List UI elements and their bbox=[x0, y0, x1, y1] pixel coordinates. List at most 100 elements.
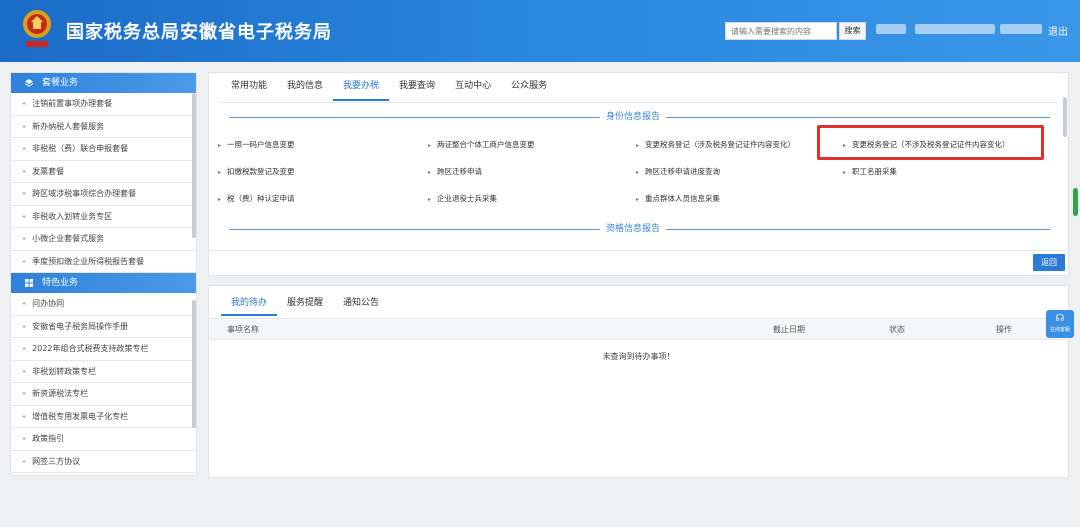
sidebar-item-label: 新办纳税人套餐服务 bbox=[32, 121, 105, 131]
tabs-divider bbox=[219, 102, 1058, 103]
logout-link[interactable]: 退出 bbox=[1048, 23, 1068, 38]
sidebar-section-packages[interactable]: 套餐业务 bbox=[11, 73, 196, 93]
link-label: 税（费）种认定申请 bbox=[227, 194, 295, 203]
tab-notices[interactable]: 通知公告 bbox=[333, 292, 389, 316]
tab-my-info[interactable]: 我的信息 bbox=[277, 73, 333, 101]
link-label: 重点群体人员信息采集 bbox=[645, 194, 721, 203]
sidebar-item[interactable]: • 非税税（费）联合申报套餐 bbox=[11, 138, 196, 161]
column-header: 操作 bbox=[996, 325, 1012, 334]
tab-interaction[interactable]: 互动中心 bbox=[445, 73, 501, 101]
sidebar-item[interactable]: • 2022年组合式税费支持政策专栏 bbox=[11, 338, 196, 361]
caret-right-icon: ▸ bbox=[218, 142, 222, 149]
link-label: 变更税务登记（涉及税务登记证件内容变化） bbox=[645, 140, 796, 149]
bullet-icon: • bbox=[22, 167, 27, 176]
column-header: 截止日期 bbox=[773, 325, 805, 334]
sidebar-item[interactable]: • 季度预扣缴企业所得税报告套餐 bbox=[11, 251, 196, 273]
sidebar-item-label: 网签三方协议 bbox=[32, 456, 81, 466]
link-label: 跨区迁移申请进度查询 bbox=[645, 167, 721, 176]
sidebar-item-label: 安徽省电子税务局操作手册 bbox=[32, 321, 129, 331]
tab-common[interactable]: 常用功能 bbox=[221, 73, 277, 101]
tab-public-service[interactable]: 公众服务 bbox=[501, 73, 557, 101]
bullet-icon: • bbox=[22, 235, 27, 243]
panel-scrollbar[interactable] bbox=[1063, 97, 1067, 137]
sidebar-scrollbar[interactable] bbox=[192, 300, 196, 428]
online-service-button[interactable]: ☊ 在线客服 bbox=[1046, 310, 1074, 338]
column-header: 状态 bbox=[889, 325, 905, 334]
sidebar-item-label: 小微企业套餐式服务 bbox=[32, 234, 105, 243]
sidebar-item[interactable]: • 注销前置事项办理套餐 bbox=[11, 93, 196, 116]
sidebar-item[interactable]: • 问办协同 bbox=[11, 293, 196, 316]
link-individual-change[interactable]: ▸ 两证整合个体工商户信息变更 bbox=[428, 139, 535, 150]
sidebar-item[interactable]: • 小微企业套餐式服务 bbox=[11, 228, 196, 251]
section-title: 套餐业务 bbox=[42, 78, 79, 88]
link-label: 一照一码户信息变更 bbox=[227, 140, 295, 149]
section-title-identity: 身份信息报告 bbox=[600, 109, 667, 122]
tab-service-reminder[interactable]: 服务提醒 bbox=[277, 292, 333, 316]
bullet-icon: • bbox=[22, 435, 27, 443]
sidebar-item[interactable]: • 非税划转政策专栏 bbox=[11, 361, 196, 383]
sidebar-item-label: 发票套餐 bbox=[32, 166, 65, 176]
bullet-icon: • bbox=[22, 300, 27, 308]
bullet-icon: • bbox=[22, 122, 27, 131]
caret-right-icon: ▸ bbox=[218, 169, 222, 176]
panel-divider bbox=[209, 250, 1068, 251]
empty-state-message: 未查询到待办事项！ bbox=[602, 352, 675, 361]
sidebar-item[interactable]: • 发票套餐 bbox=[11, 161, 196, 183]
bullet-icon: • bbox=[22, 190, 27, 198]
link-tax-type-identification[interactable]: ▸ 税（费）种认定申请 bbox=[218, 193, 295, 204]
bullet-icon: • bbox=[22, 345, 27, 353]
sidebar-item-label: 非税收入划转业务专区 bbox=[32, 211, 113, 221]
link-registration-change-with-cert[interactable]: ▸ 变更税务登记（涉及税务登记证件内容变化） bbox=[636, 139, 795, 150]
caret-right-icon: ▸ bbox=[428, 169, 432, 176]
tab-query[interactable]: 我要查询 bbox=[389, 73, 445, 101]
sidebar-item-label: 跨区域涉税事项综合办理套餐 bbox=[32, 189, 137, 198]
main-tabs: 常用功能 我的信息 我要办税 我要查询 互动中心 公众服务 bbox=[221, 73, 557, 101]
tab-tax-handling[interactable]: 我要办税 bbox=[333, 73, 390, 101]
search-button[interactable]: 搜索 bbox=[839, 22, 866, 40]
tab-my-todo[interactable]: 我的待办 bbox=[221, 292, 278, 316]
caret-right-icon: ▸ bbox=[428, 142, 432, 149]
search-input[interactable] bbox=[725, 22, 837, 40]
sidebar-item[interactable]: • 安徽省电子税务局操作手册 bbox=[11, 316, 196, 338]
bullet-icon: • bbox=[22, 100, 27, 108]
sidebar-item[interactable]: • 政策指引 bbox=[11, 428, 196, 451]
sidebar-item-label: 问办协同 bbox=[32, 299, 65, 308]
user-info bbox=[876, 24, 906, 34]
link-withholding-registration[interactable]: ▸ 扣缴税款登记及变更 bbox=[218, 166, 295, 177]
sidebar-item-label: 非税税（费）联合申报套餐 bbox=[32, 144, 129, 153]
link-label: 跨区迁移申请 bbox=[437, 167, 483, 176]
link-label: 扣缴税款登记及变更 bbox=[227, 167, 295, 176]
sidebar-item[interactable]: • 增值税专用发票电子化专栏 bbox=[11, 406, 196, 428]
todo-panel: 我的待办 服务提醒 通知公告 事项名称 截止日期 状态 操作 未查询到待办事项！ bbox=[208, 285, 1069, 478]
tax-emblem-icon bbox=[23, 10, 51, 47]
sidebar-item[interactable]: • 新资源税法专栏 bbox=[11, 383, 196, 406]
bullet-icon: • bbox=[22, 412, 27, 421]
sidebar-item[interactable]: • 新办纳税人套餐服务 bbox=[11, 116, 196, 138]
section-title-qualification: 资格信息报告 bbox=[600, 221, 667, 234]
sidebar-item-label: 非税划转政策专栏 bbox=[32, 366, 97, 376]
caret-right-icon: ▸ bbox=[428, 196, 432, 203]
headset-icon: ☊ bbox=[1055, 313, 1065, 324]
link-key-group-collection[interactable]: ▸ 重点群体人员信息采集 bbox=[636, 193, 720, 204]
caret-right-icon: ▸ bbox=[636, 169, 640, 176]
site-title: 国家税务总局安徽省电子税务局 bbox=[66, 22, 332, 43]
link-veteran-collection[interactable]: ▸ 企业退役士兵采集 bbox=[428, 193, 497, 204]
bullet-icon: • bbox=[22, 322, 27, 331]
link-cross-region-migration[interactable]: ▸ 跨区迁移申请 bbox=[428, 166, 482, 177]
bullet-icon: • bbox=[22, 390, 27, 398]
bullet-icon: • bbox=[22, 367, 27, 376]
caret-right-icon: ▸ bbox=[218, 196, 222, 203]
link-employee-roster[interactable]: ▸ 职工名册采集 bbox=[843, 166, 897, 177]
side-drawer-handle[interactable] bbox=[1073, 188, 1078, 216]
link-migration-progress[interactable]: ▸ 跨区迁移申请进度查询 bbox=[636, 166, 720, 177]
sidebar: 套餐业务 • 注销前置事项办理套餐 • 新办纳税人套餐服务 • 非税税（费）联合申报套… bbox=[10, 72, 197, 476]
sidebar-item[interactable]: • 网签三方协议 bbox=[11, 451, 196, 473]
sidebar-item[interactable]: • 非税收入划转业务专区 bbox=[11, 206, 196, 228]
caret-right-icon: ▸ bbox=[636, 196, 640, 203]
bullet-icon: • bbox=[22, 212, 27, 221]
sidebar-scrollbar[interactable] bbox=[192, 93, 196, 238]
sidebar-section-features[interactable]: 特色业务 bbox=[11, 273, 196, 293]
sidebar-item[interactable]: • 跨区域涉税事项综合办理套餐 bbox=[11, 183, 196, 206]
back-button[interactable]: 返回 bbox=[1033, 254, 1065, 271]
link-one-code-change[interactable]: ▸ 一照一码户信息变更 bbox=[218, 139, 295, 150]
